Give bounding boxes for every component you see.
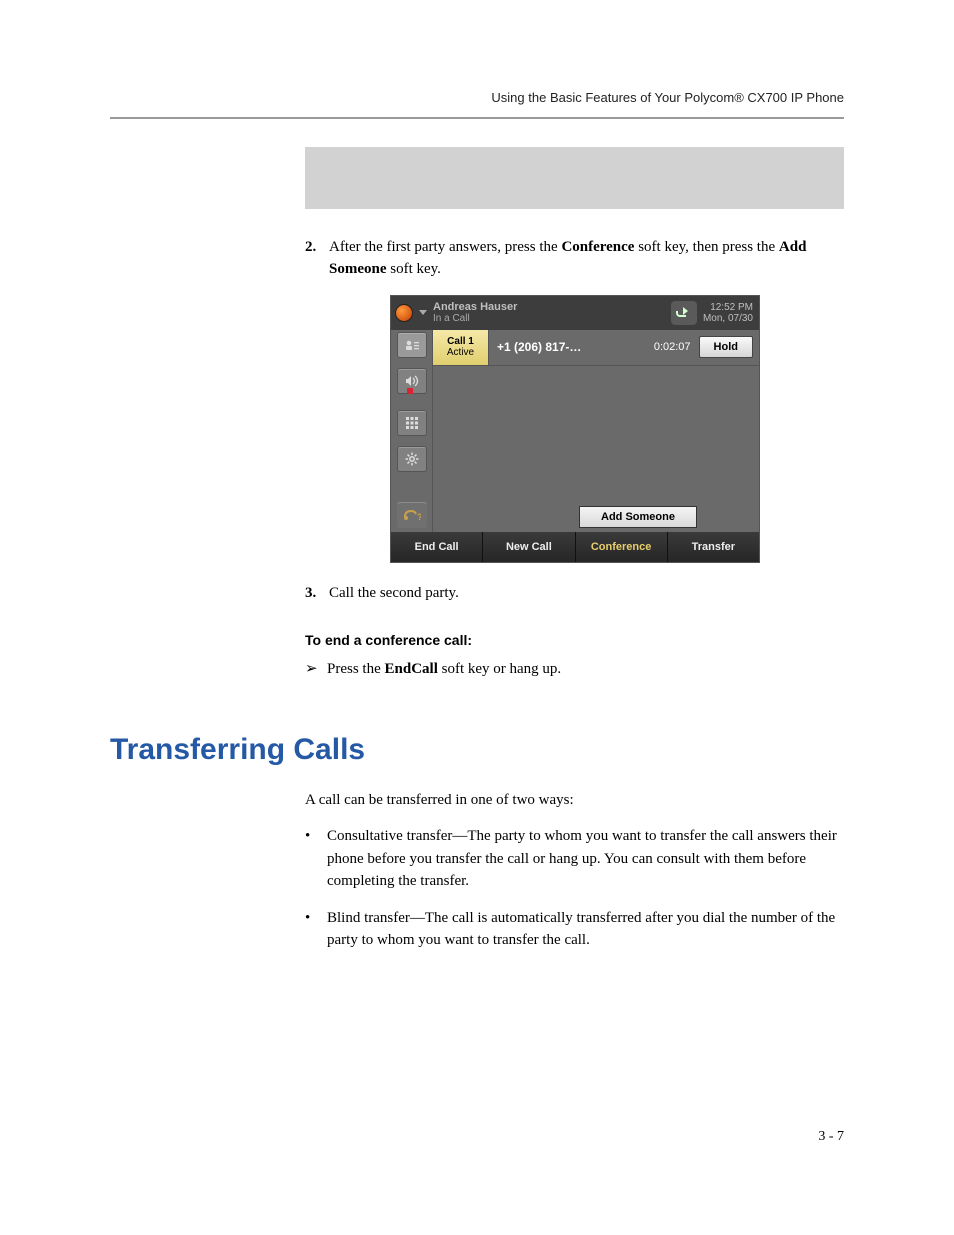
header-rule <box>110 117 844 119</box>
forward-icon[interactable] <box>671 301 697 325</box>
user-name: Andreas Hauser <box>433 301 665 313</box>
clock-time: 12:52 PM <box>703 302 753 313</box>
conference-keyword: Conference <box>561 239 634 255</box>
phone-screenshot: Andreas Hauser In a Call 12:52 PM Mon, 0… <box>390 295 760 563</box>
bullet-text: Consultative transfer—The party to whom … <box>327 825 844 893</box>
svg-text:?: ? <box>417 512 421 522</box>
call-timer: 0:02:07 <box>646 341 699 353</box>
chevron-down-icon[interactable] <box>419 310 427 315</box>
call-number: +1 (206) 817-… <box>489 340 646 354</box>
phone-titlebar: Andreas Hauser In a Call 12:52 PM Mon, 0… <box>391 296 759 330</box>
call-label: Call 1 <box>447 336 474 347</box>
text: soft key, then press the <box>634 239 778 255</box>
softkey-conference[interactable]: Conference <box>576 532 668 562</box>
softkey-end-call[interactable]: End Call <box>391 532 483 562</box>
endcall-keyword: EndCall <box>385 661 438 677</box>
section-title: Transferring Calls <box>110 733 844 767</box>
bullet-icon: • <box>305 907 327 952</box>
notification-badge <box>407 388 413 394</box>
softkey-bar: End Call New Call Conference Transfer <box>391 532 759 562</box>
step-number: 3. <box>305 583 329 605</box>
softkey-transfer[interactable]: Transfer <box>668 532 759 562</box>
image-placeholder <box>305 147 844 209</box>
bullet-item: • Consultative transfer—The party to who… <box>305 825 844 893</box>
step-2: 2. After the first party answers, press … <box>305 237 844 281</box>
bullet-item: • Blind transfer—The call is automatical… <box>305 907 844 952</box>
step-3: 3. Call the second party. <box>305 583 844 605</box>
clock-date: Mon, 07/30 <box>703 313 753 324</box>
text: soft key or hang up. <box>438 661 561 677</box>
call-body-empty <box>433 366 759 502</box>
call-tab[interactable]: Call 1 Active <box>433 330 489 365</box>
step-text: Call the second party. <box>329 583 844 605</box>
arrow-text: Press the EndCall soft key or hang up. <box>327 658 561 681</box>
gear-icon[interactable] <box>397 446 427 472</box>
subheading-end-conf: To end a conference call: <box>305 632 844 648</box>
hold-button[interactable]: Hold <box>699 336 753 358</box>
running-head: Using the Basic Features of Your Polycom… <box>110 90 844 105</box>
section-intro: A call can be transferred in one of two … <box>305 789 844 812</box>
call-state: Active <box>447 347 474 358</box>
text: After the first party answers, press the <box>329 239 561 255</box>
softkey-new-call[interactable]: New Call <box>483 532 575 562</box>
arrow-list-item: ➢ Press the EndCall soft key or hang up. <box>305 658 844 681</box>
call-row: Call 1 Active +1 (206) 817-… 0:02:07 Hol… <box>433 330 759 366</box>
bullet-text: Blind transfer—The call is automatically… <box>327 907 844 952</box>
user-status: In a Call <box>433 313 665 324</box>
keypad-icon[interactable] <box>397 410 427 436</box>
help-icon[interactable]: ? <box>397 502 427 528</box>
side-toolbar: ? <box>391 330 433 532</box>
text: soft key. <box>387 261 441 277</box>
text: Press the <box>327 661 385 677</box>
add-someone-button[interactable]: Add Someone <box>579 506 697 528</box>
arrow-icon: ➢ <box>305 658 327 681</box>
bullet-icon: • <box>305 825 327 893</box>
step-number: 2. <box>305 237 329 281</box>
presence-icon[interactable] <box>395 304 413 322</box>
contacts-icon[interactable] <box>397 332 427 358</box>
page-number: 3 - 7 <box>818 1129 844 1145</box>
step-text: After the first party answers, press the… <box>329 237 844 281</box>
